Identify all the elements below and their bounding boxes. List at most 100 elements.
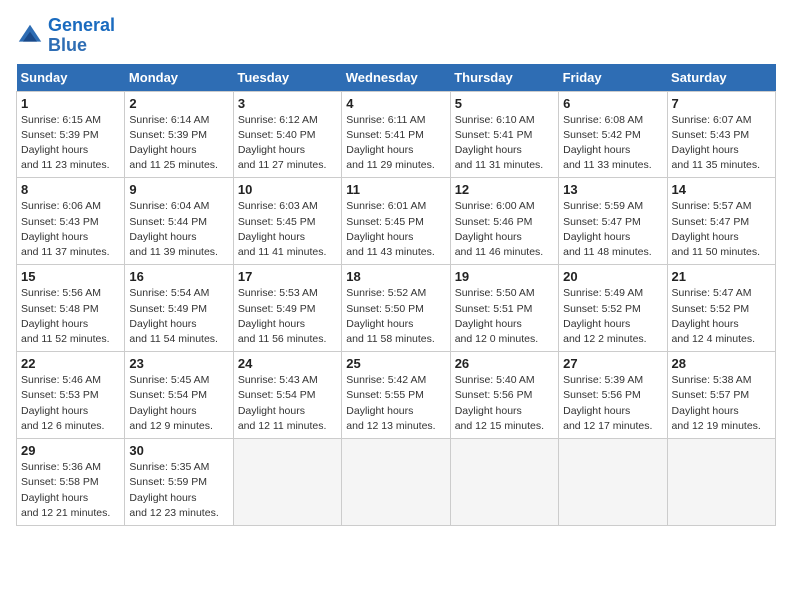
day-info: Sunrise: 5:56 AM Sunset: 5:48 PM Dayligh… [21,286,120,347]
calendar-cell: 12 Sunrise: 6:00 AM Sunset: 5:46 PM Dayl… [450,178,558,265]
day-number: 15 [21,269,120,284]
calendar-cell: 14 Sunrise: 5:57 AM Sunset: 5:47 PM Dayl… [667,178,775,265]
calendar-cell: 1 Sunrise: 6:15 AM Sunset: 5:39 PM Dayli… [17,91,125,178]
day-number: 14 [672,182,771,197]
calendar-cell: 26 Sunrise: 5:40 AM Sunset: 5:56 PM Dayl… [450,352,558,439]
page-header: GeneralBlue [16,16,776,56]
calendar-cell: 24 Sunrise: 5:43 AM Sunset: 5:54 PM Dayl… [233,352,341,439]
logo: GeneralBlue [16,16,115,56]
calendar-week-3: 15 Sunrise: 5:56 AM Sunset: 5:48 PM Dayl… [17,265,776,352]
calendar-cell: 7 Sunrise: 6:07 AM Sunset: 5:43 PM Dayli… [667,91,775,178]
day-number: 5 [455,96,554,111]
calendar-cell: 22 Sunrise: 5:46 AM Sunset: 5:53 PM Dayl… [17,352,125,439]
day-info: Sunrise: 6:07 AM Sunset: 5:43 PM Dayligh… [672,113,771,174]
calendar-cell: 17 Sunrise: 5:53 AM Sunset: 5:49 PM Dayl… [233,265,341,352]
calendar-body: 1 Sunrise: 6:15 AM Sunset: 5:39 PM Dayli… [17,91,776,525]
day-info: Sunrise: 6:06 AM Sunset: 5:43 PM Dayligh… [21,199,120,260]
header-cell-wednesday: Wednesday [342,64,450,92]
day-number: 30 [129,443,228,458]
day-info: Sunrise: 6:12 AM Sunset: 5:40 PM Dayligh… [238,113,337,174]
calendar-week-1: 1 Sunrise: 6:15 AM Sunset: 5:39 PM Dayli… [17,91,776,178]
day-number: 1 [21,96,120,111]
header-cell-sunday: Sunday [17,64,125,92]
day-number: 19 [455,269,554,284]
calendar-cell: 15 Sunrise: 5:56 AM Sunset: 5:48 PM Dayl… [17,265,125,352]
calendar-week-2: 8 Sunrise: 6:06 AM Sunset: 5:43 PM Dayli… [17,178,776,265]
day-info: Sunrise: 5:38 AM Sunset: 5:57 PM Dayligh… [672,373,771,434]
day-info: Sunrise: 5:49 AM Sunset: 5:52 PM Dayligh… [563,286,662,347]
calendar-cell: 3 Sunrise: 6:12 AM Sunset: 5:40 PM Dayli… [233,91,341,178]
day-number: 9 [129,182,228,197]
day-number: 11 [346,182,445,197]
day-number: 20 [563,269,662,284]
calendar-cell: 25 Sunrise: 5:42 AM Sunset: 5:55 PM Dayl… [342,352,450,439]
day-number: 24 [238,356,337,371]
day-info: Sunrise: 5:46 AM Sunset: 5:53 PM Dayligh… [21,373,120,434]
calendar-cell: 5 Sunrise: 6:10 AM Sunset: 5:41 PM Dayli… [450,91,558,178]
day-info: Sunrise: 6:00 AM Sunset: 5:46 PM Dayligh… [455,199,554,260]
day-number: 7 [672,96,771,111]
day-number: 6 [563,96,662,111]
day-info: Sunrise: 6:15 AM Sunset: 5:39 PM Dayligh… [21,113,120,174]
day-number: 4 [346,96,445,111]
day-number: 12 [455,182,554,197]
day-info: Sunrise: 5:43 AM Sunset: 5:54 PM Dayligh… [238,373,337,434]
day-info: Sunrise: 5:35 AM Sunset: 5:59 PM Dayligh… [129,460,228,521]
calendar-cell [450,439,558,526]
day-number: 21 [672,269,771,284]
day-number: 17 [238,269,337,284]
day-info: Sunrise: 6:14 AM Sunset: 5:39 PM Dayligh… [129,113,228,174]
day-info: Sunrise: 5:59 AM Sunset: 5:47 PM Dayligh… [563,199,662,260]
logo-icon [16,22,44,50]
day-number: 22 [21,356,120,371]
calendar-cell [233,439,341,526]
day-number: 10 [238,182,337,197]
calendar-cell: 28 Sunrise: 5:38 AM Sunset: 5:57 PM Dayl… [667,352,775,439]
day-info: Sunrise: 5:40 AM Sunset: 5:56 PM Dayligh… [455,373,554,434]
day-number: 16 [129,269,228,284]
day-number: 2 [129,96,228,111]
calendar-week-5: 29 Sunrise: 5:36 AM Sunset: 5:58 PM Dayl… [17,439,776,526]
day-info: Sunrise: 5:54 AM Sunset: 5:49 PM Dayligh… [129,286,228,347]
calendar-header-row: SundayMondayTuesdayWednesdayThursdayFrid… [17,64,776,92]
calendar-cell: 16 Sunrise: 5:54 AM Sunset: 5:49 PM Dayl… [125,265,233,352]
day-number: 25 [346,356,445,371]
day-info: Sunrise: 6:08 AM Sunset: 5:42 PM Dayligh… [563,113,662,174]
calendar-cell: 20 Sunrise: 5:49 AM Sunset: 5:52 PM Dayl… [559,265,667,352]
calendar-cell: 9 Sunrise: 6:04 AM Sunset: 5:44 PM Dayli… [125,178,233,265]
logo-text: GeneralBlue [48,16,115,56]
calendar-table: SundayMondayTuesdayWednesdayThursdayFrid… [16,64,776,526]
calendar-cell: 29 Sunrise: 5:36 AM Sunset: 5:58 PM Dayl… [17,439,125,526]
day-info: Sunrise: 6:03 AM Sunset: 5:45 PM Dayligh… [238,199,337,260]
calendar-cell: 13 Sunrise: 5:59 AM Sunset: 5:47 PM Dayl… [559,178,667,265]
calendar-cell: 18 Sunrise: 5:52 AM Sunset: 5:50 PM Dayl… [342,265,450,352]
header-cell-saturday: Saturday [667,64,775,92]
calendar-cell [342,439,450,526]
header-cell-monday: Monday [125,64,233,92]
day-number: 27 [563,356,662,371]
day-number: 18 [346,269,445,284]
day-number: 29 [21,443,120,458]
day-info: Sunrise: 5:45 AM Sunset: 5:54 PM Dayligh… [129,373,228,434]
header-cell-tuesday: Tuesday [233,64,341,92]
day-info: Sunrise: 5:39 AM Sunset: 5:56 PM Dayligh… [563,373,662,434]
calendar-cell: 11 Sunrise: 6:01 AM Sunset: 5:45 PM Dayl… [342,178,450,265]
day-info: Sunrise: 6:01 AM Sunset: 5:45 PM Dayligh… [346,199,445,260]
day-number: 28 [672,356,771,371]
calendar-cell: 10 Sunrise: 6:03 AM Sunset: 5:45 PM Dayl… [233,178,341,265]
calendar-cell [559,439,667,526]
day-info: Sunrise: 6:04 AM Sunset: 5:44 PM Dayligh… [129,199,228,260]
calendar-week-4: 22 Sunrise: 5:46 AM Sunset: 5:53 PM Dayl… [17,352,776,439]
day-number: 26 [455,356,554,371]
calendar-cell: 27 Sunrise: 5:39 AM Sunset: 5:56 PM Dayl… [559,352,667,439]
day-info: Sunrise: 5:47 AM Sunset: 5:52 PM Dayligh… [672,286,771,347]
calendar-cell: 6 Sunrise: 6:08 AM Sunset: 5:42 PM Dayli… [559,91,667,178]
calendar-cell: 4 Sunrise: 6:11 AM Sunset: 5:41 PM Dayli… [342,91,450,178]
day-info: Sunrise: 6:10 AM Sunset: 5:41 PM Dayligh… [455,113,554,174]
header-cell-friday: Friday [559,64,667,92]
calendar-cell: 30 Sunrise: 5:35 AM Sunset: 5:59 PM Dayl… [125,439,233,526]
day-info: Sunrise: 5:53 AM Sunset: 5:49 PM Dayligh… [238,286,337,347]
header-cell-thursday: Thursday [450,64,558,92]
calendar-cell: 2 Sunrise: 6:14 AM Sunset: 5:39 PM Dayli… [125,91,233,178]
calendar-cell: 23 Sunrise: 5:45 AM Sunset: 5:54 PM Dayl… [125,352,233,439]
